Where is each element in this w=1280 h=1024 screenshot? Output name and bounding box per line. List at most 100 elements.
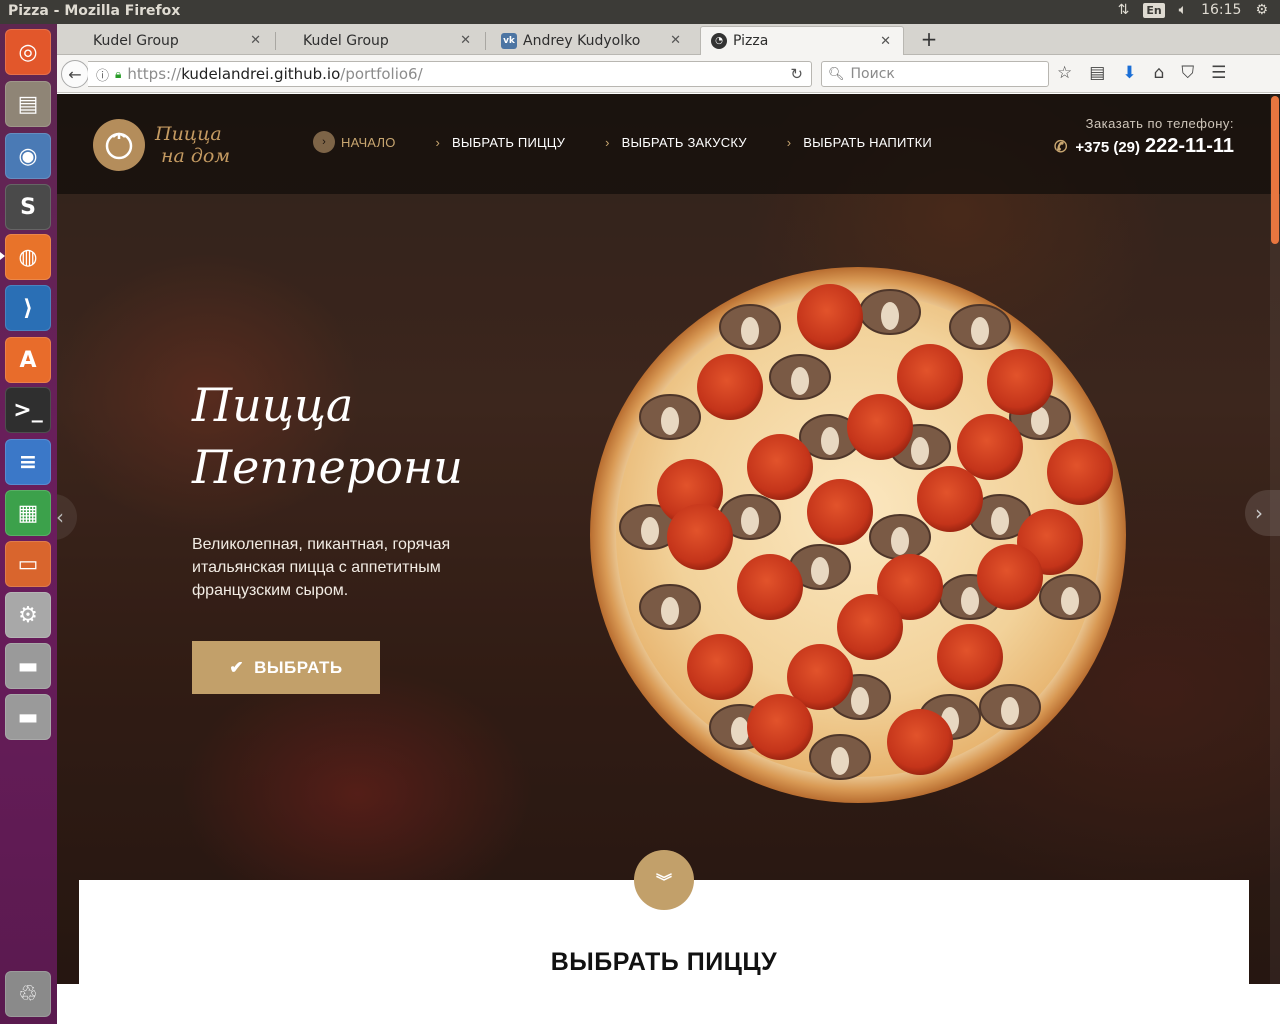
search-icon: 🔍︎ (828, 66, 845, 82)
software-center-glyph: A (19, 347, 37, 373)
phone-number[interactable]: ✆ +375 (29) 222-11-11 (1054, 135, 1234, 158)
phone-code: +375 (29) (1075, 139, 1141, 156)
reload-icon[interactable]: ↻ (790, 65, 803, 83)
hero-description: Великолепная, пикантная, горячая итальян… (192, 536, 451, 599)
ubuntu-home-glyph: ◎ (18, 39, 38, 65)
site-logo[interactable]: Пицца на дом (93, 119, 230, 171)
new-tab-plus-icon[interactable]: + (915, 27, 943, 51)
close-icon[interactable]: ✕ (670, 33, 681, 48)
phone-box: Заказать по телефону: ✆ +375 (29) 222-11… (1054, 116, 1234, 158)
power-gear-icon[interactable]: ⚙ (1255, 2, 1268, 18)
info-icon[interactable]: ⓘ (96, 65, 109, 84)
drive-1-glyph: ▬ (17, 653, 39, 679)
libreoffice-calc-icon[interactable]: ▦ (5, 490, 51, 536)
libreoffice-impress-glyph: ▭ (17, 551, 39, 577)
select-pizza-button[interactable]: ✔ ВЫБРАТЬ (192, 641, 380, 694)
system-tray: ⇅ En 🔈︎ 16:15 ⚙ (1118, 2, 1268, 18)
software-center-icon[interactable]: A (5, 337, 51, 383)
nav-item-home[interactable]: › НАЧАЛО (313, 131, 396, 153)
hero-title: Пицца Пепперони (192, 374, 463, 498)
sublime-text-icon[interactable]: S (5, 184, 51, 230)
nav-item-drinks[interactable]: › ВЫБРАТЬ НАПИТКИ (787, 135, 932, 150)
close-icon[interactable]: ✕ (460, 33, 471, 48)
check-icon: ✔ (229, 657, 245, 677)
chromium-glyph: ◉ (18, 143, 38, 169)
hamburger-menu-icon[interactable]: ☰ (1211, 63, 1226, 83)
tab-kudel-group-2[interactable]: Kudel Group ✕ (279, 26, 483, 55)
logo-line-1: Пицца (155, 123, 222, 145)
drive-2-icon[interactable]: ▬ (5, 694, 51, 740)
drive-1-icon[interactable]: ▬ (5, 643, 51, 689)
firefox-window: Kudel Group ✕ Kudel Group ✕ vk Andrey Ku… (57, 24, 1280, 1024)
clock[interactable]: 16:15 (1201, 2, 1241, 18)
pocket-icon[interactable]: ⛉ (1181, 63, 1194, 83)
chromium-icon[interactable]: ◉ (5, 133, 51, 179)
chevron-right-icon: › (313, 131, 335, 153)
bookmark-star-icon[interactable]: ☆ (1057, 63, 1072, 83)
ubuntu-home-icon[interactable]: ◎ (5, 29, 51, 75)
chevron-right-icon: › (786, 134, 792, 150)
firefox-glyph: ◍ (18, 244, 38, 270)
trash-icon[interactable]: ♲ (5, 971, 51, 1017)
volume-icon[interactable]: 🔈︎ (1179, 2, 1187, 18)
nav-item-pizza[interactable]: › ВЫБРАТЬ ПИЦЦУ (436, 135, 566, 150)
tab-andrey-kudyolko[interactable]: vk Andrey Kudyolko ✕ (489, 26, 693, 55)
trash-glyph: ♲ (18, 981, 38, 1007)
keyboard-layout-indicator[interactable]: En (1143, 2, 1165, 18)
chevron-right-icon: › (605, 134, 610, 150)
window-title: Pizza - Mozilla Firefox (8, 3, 181, 19)
libreoffice-writer-glyph: ≡ (18, 449, 38, 475)
button-label: ВЫБРАТЬ (254, 657, 343, 677)
tab-separator (485, 32, 486, 50)
vscode-icon[interactable]: ⟩ (5, 285, 51, 331)
section-title: ВЫБРАТЬ ПИЦЦУ (550, 948, 778, 976)
logo-line-2: на дом (161, 145, 231, 167)
nav-item-snacks[interactable]: › ВЫБРАТЬ ЗАКУСКУ (605, 135, 747, 150)
search-placeholder: Поиск (850, 66, 895, 82)
url-bar[interactable]: ⓘ 🔒︎ https:// kudelandrei.github.io /por… (88, 61, 812, 87)
url-scheme: https:// (127, 65, 182, 83)
tab-separator (275, 32, 276, 50)
drive-2-glyph: ▬ (17, 704, 39, 730)
network-icon[interactable]: ⇅ (1118, 2, 1130, 18)
hero-title-line-2: Пепперони (192, 440, 463, 494)
url-host: kudelandrei.github.io (181, 65, 341, 83)
search-input[interactable]: 🔍︎ Поиск (821, 61, 1049, 87)
url-path: /portfolio6/ (340, 65, 423, 83)
system-settings-icon[interactable]: ⚙ (5, 592, 51, 638)
close-icon[interactable]: ✕ (880, 34, 891, 49)
github-icon: ◔ (711, 33, 727, 49)
chevron-right-icon: › (435, 134, 441, 150)
libreoffice-calc-glyph: ▦ (17, 500, 39, 526)
nav-label: ВЫБРАТЬ ЗАКУСКУ (621, 134, 747, 150)
system-top-panel: Pizza - Mozilla Firefox ⇅ En 🔈︎ 16:15 ⚙ (0, 0, 1280, 24)
page-scrollbar[interactable] (1270, 94, 1280, 1024)
lock-icon[interactable]: 🔒︎ (115, 67, 121, 82)
terminal-icon[interactable]: >_ (5, 387, 51, 433)
tab-bar: Kudel Group ✕ Kudel Group ✕ vk Andrey Ku… (57, 24, 1280, 55)
pizza-image (590, 267, 1126, 803)
terminal-glyph: >_ (13, 397, 43, 423)
files-icon[interactable]: ▤ (5, 81, 51, 127)
tab-label: Kudel Group (93, 32, 179, 49)
tab-pizza[interactable]: ◔ Pizza ✕ (700, 26, 904, 55)
system-settings-glyph: ⚙ (18, 602, 38, 628)
close-icon[interactable]: ✕ (250, 33, 261, 48)
tab-label: Pizza (733, 33, 769, 49)
phone-digits: 222-11-11 (1145, 135, 1234, 157)
hero-title-line-1: Пицца (192, 378, 354, 432)
phone-icon: ✆ (1053, 139, 1068, 156)
download-icon[interactable]: ⬇ (1122, 63, 1136, 83)
vscode-glyph: ⟩ (22, 295, 34, 321)
back-arrow-icon[interactable]: ← (61, 60, 89, 88)
firefox-icon[interactable]: ◍ (5, 234, 51, 280)
libreoffice-impress-icon[interactable]: ▭ (5, 541, 51, 587)
tab-kudel-group-1[interactable]: Kudel Group ✕ (69, 26, 273, 55)
vk-icon: vk (501, 32, 517, 49)
ubuntu-launcher: ◎ ▤ ◉ S ◍ ⟩ A >_ ≡ ▦ ▭ ⚙ ▬ ▬ ♲ (0, 24, 57, 1024)
libreoffice-writer-icon[interactable]: ≡ (5, 439, 51, 485)
bookmarks-list-icon[interactable]: ▤ (1089, 63, 1105, 83)
home-icon[interactable]: ⌂ (1154, 63, 1165, 83)
scrollbar-thumb[interactable] (1271, 96, 1279, 244)
scroll-down-double-chevron-icon[interactable]: ︾ (634, 850, 694, 910)
